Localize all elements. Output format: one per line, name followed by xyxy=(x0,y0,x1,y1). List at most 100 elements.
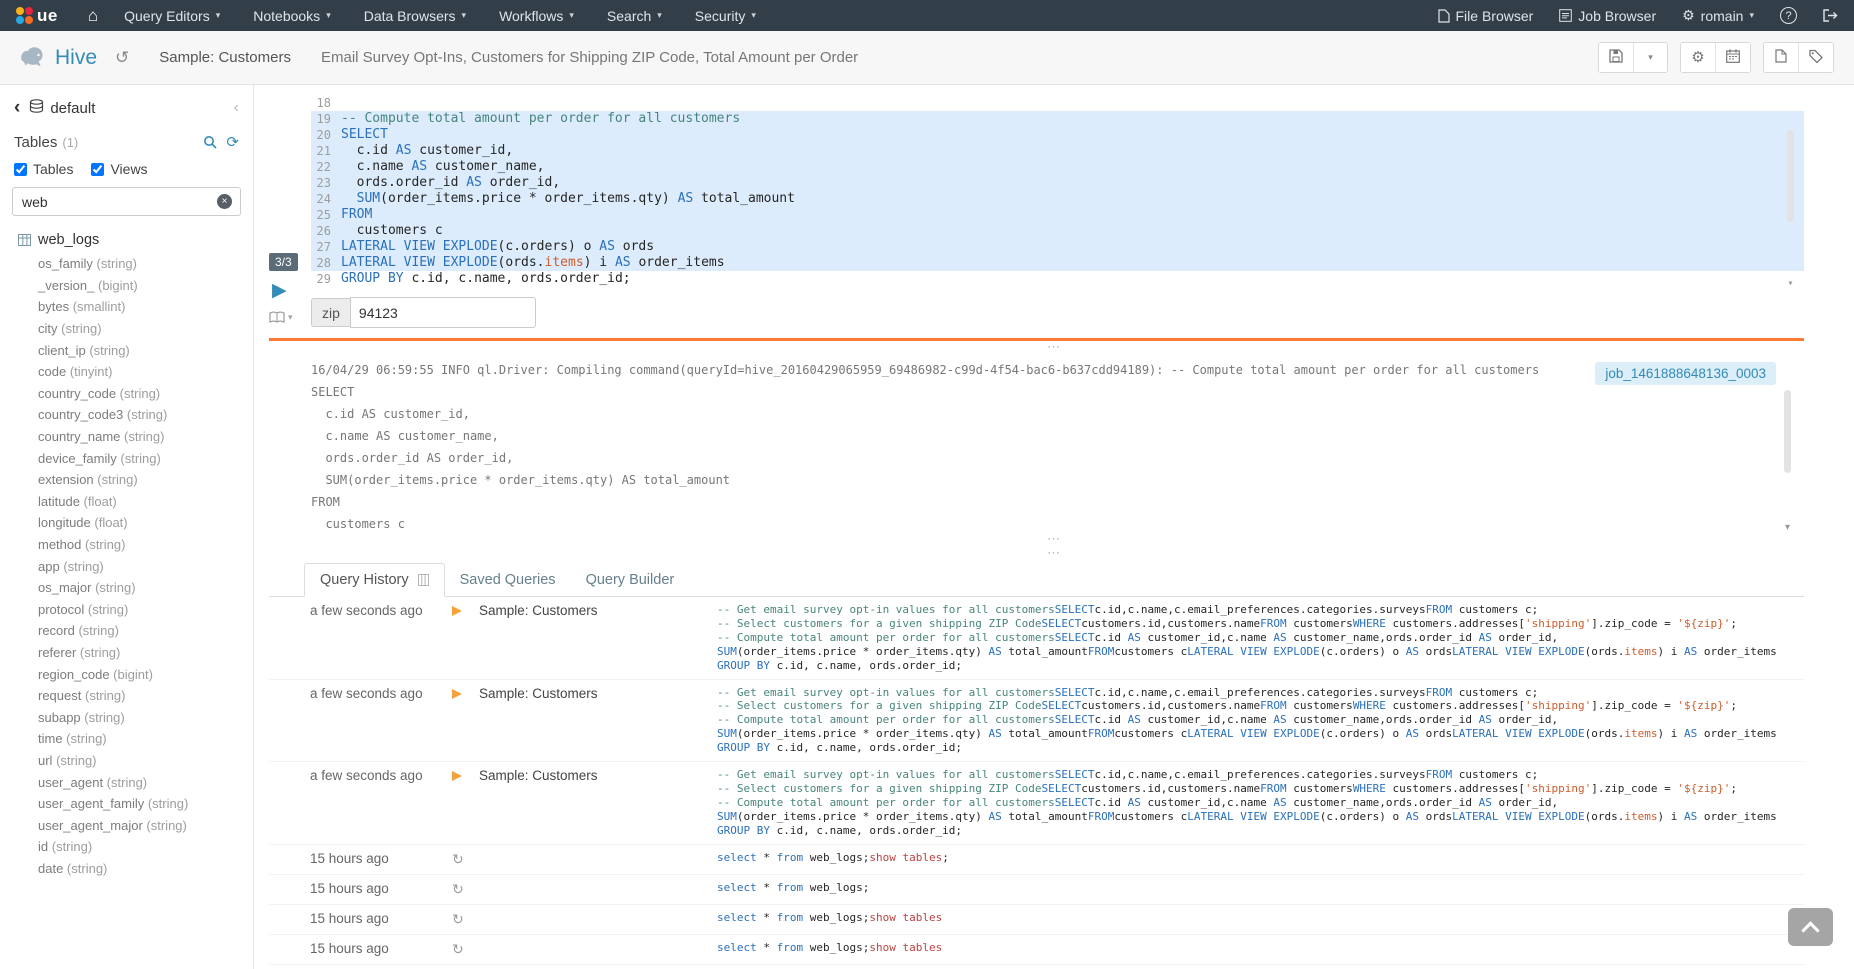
editor-line[interactable]: 19-- Compute total amount per order for … xyxy=(311,111,1804,127)
column-item[interactable]: user_agent_major (string) xyxy=(0,814,253,836)
column-item[interactable]: device_family (string) xyxy=(0,447,253,469)
save-button[interactable] xyxy=(1599,43,1633,72)
editor-line[interactable]: 21 c.id AS customer_id, xyxy=(311,143,1804,159)
collapse-panel-icon[interactable]: ‹ xyxy=(234,99,239,117)
column-item[interactable]: os_family (string) xyxy=(0,253,253,275)
views-checkbox-input[interactable] xyxy=(91,163,104,176)
history-row[interactable]: a few seconds agoSample: Customers-- Get… xyxy=(269,597,1804,680)
user-menu[interactable]: ⚙ romain ▾ xyxy=(1682,7,1754,24)
menu-data-browsers[interactable]: Data Browsers▾ xyxy=(364,8,466,24)
column-item[interactable]: country_code3 (string) xyxy=(0,404,253,426)
column-item[interactable]: subapp (string) xyxy=(0,706,253,728)
new-document-button[interactable] xyxy=(1764,43,1798,72)
job-browser-link[interactable]: Job Browser xyxy=(1559,8,1656,24)
history-row[interactable]: 15 hours ago↻select * from web_logs;show… xyxy=(269,845,1804,875)
search-icon[interactable] xyxy=(203,135,217,149)
variables-toggle[interactable]: ▾ xyxy=(269,311,293,324)
editor-line[interactable]: 20SELECT xyxy=(311,127,1804,143)
resize-handle[interactable]: ⋯ xyxy=(254,547,1854,561)
column-item[interactable]: referer (string) xyxy=(0,642,253,664)
column-item[interactable]: id (string) xyxy=(0,836,253,858)
logout-icon[interactable] xyxy=(1823,9,1838,22)
table-item-web-logs[interactable]: web_logs xyxy=(0,224,253,253)
back-icon[interactable]: ‹ xyxy=(14,97,20,119)
column-item[interactable]: request (string) xyxy=(0,685,253,707)
history-row[interactable]: a few seconds agoSample: Customers-- Get… xyxy=(269,680,1804,763)
history-row[interactable]: 15 hours ago↻select * from web_logs;show… xyxy=(269,965,1804,969)
tables-checkbox-input[interactable] xyxy=(14,163,27,176)
column-item[interactable]: latitude (float) xyxy=(0,491,253,513)
query-history-icon[interactable]: ↺ xyxy=(115,48,129,68)
file-browser-link[interactable]: File Browser xyxy=(1438,8,1534,24)
column-item[interactable]: method (string) xyxy=(0,534,253,556)
tab-query-builder[interactable]: Query Builder xyxy=(571,564,690,596)
menu-security[interactable]: Security▾ xyxy=(695,8,756,24)
clear-search-icon[interactable]: × xyxy=(217,194,232,209)
home-icon[interactable]: ⌂ xyxy=(88,6,98,26)
refresh-icon[interactable]: ⟳ xyxy=(226,133,239,151)
column-item[interactable]: longitude (float) xyxy=(0,512,253,534)
table-search-input[interactable] xyxy=(12,187,241,216)
column-item[interactable]: city (string) xyxy=(0,318,253,340)
column-item[interactable]: os_major (string) xyxy=(0,577,253,599)
history-row[interactable]: a few seconds agoSample: Customers-- Get… xyxy=(269,762,1804,845)
history-row[interactable]: 15 hours ago↻select * from web_logs;show… xyxy=(269,935,1804,965)
app-name[interactable]: Hive xyxy=(55,46,97,70)
scroll-down-icon[interactable]: ▾ xyxy=(1782,522,1793,533)
history-row[interactable]: 15 hours ago↻select * from web_logs;show… xyxy=(269,905,1804,935)
tags-button[interactable] xyxy=(1798,43,1833,72)
filter-tables-checkbox[interactable]: Tables xyxy=(14,161,73,177)
code-editor[interactable]: 1819-- Compute total amount per order fo… xyxy=(311,95,1804,287)
column-item[interactable]: app (string) xyxy=(0,555,253,577)
column-item[interactable]: date (string) xyxy=(0,858,253,880)
history-row[interactable]: 15 hours ago↻select * from web_logs; xyxy=(269,875,1804,905)
column-item[interactable]: code (tinyint) xyxy=(0,361,253,383)
tab-saved-queries[interactable]: Saved Queries xyxy=(445,564,571,596)
column-item[interactable]: url (string) xyxy=(0,750,253,772)
editor-line[interactable]: 24 SUM(order_items.price * order_items.q… xyxy=(311,191,1804,207)
query-title[interactable]: Sample: Customers xyxy=(159,49,291,66)
scrollbar-thumb[interactable] xyxy=(1787,130,1794,222)
column-item[interactable]: country_name (string) xyxy=(0,426,253,448)
help-icon[interactable]: ? xyxy=(1780,7,1797,24)
query-description[interactable]: Email Survey Opt-Ins, Customers for Ship… xyxy=(321,49,858,66)
editor-line[interactable]: 29GROUP BY c.id, c.name, ords.order_id; xyxy=(311,271,1804,287)
column-item[interactable]: country_code (string) xyxy=(0,383,253,405)
menu-search[interactable]: Search▾ xyxy=(607,8,662,24)
tab-query-history[interactable]: Query History xyxy=(304,563,445,597)
column-item[interactable]: protocol (string) xyxy=(0,599,253,621)
resize-handle[interactable]: ⋯ xyxy=(254,341,1854,355)
editor-scrollbar[interactable]: ▾ xyxy=(1785,95,1796,287)
session-settings-button[interactable]: ⚙ xyxy=(1681,43,1715,72)
editor-line[interactable]: 26 customers c xyxy=(311,223,1804,239)
hue-logo[interactable]: ue xyxy=(16,6,58,26)
variable-input[interactable] xyxy=(350,297,536,328)
scroll-to-top-button[interactable] xyxy=(1788,908,1833,946)
editor-line[interactable]: 25FROM xyxy=(311,207,1804,223)
database-name[interactable]: default xyxy=(50,100,95,117)
column-item[interactable]: _version_ (bigint) xyxy=(0,275,253,297)
column-item[interactable]: client_ip (string) xyxy=(0,339,253,361)
menu-query-editors[interactable]: Query Editors▾ xyxy=(124,8,220,24)
scheduler-button[interactable] xyxy=(1715,43,1750,72)
execute-button[interactable]: ▶ xyxy=(272,279,287,302)
column-item[interactable]: user_agent (string) xyxy=(0,771,253,793)
column-item[interactable]: time (string) xyxy=(0,728,253,750)
menu-workflows[interactable]: Workflows▾ xyxy=(499,8,574,24)
editor-line[interactable]: 23 ords.order_id AS order_id, xyxy=(311,175,1804,191)
column-item[interactable]: record (string) xyxy=(0,620,253,642)
editor-line[interactable]: 18 xyxy=(311,95,1804,111)
log-scrollbar[interactable]: ▾ xyxy=(1782,359,1793,531)
scrollbar-thumb[interactable] xyxy=(1784,390,1791,473)
filter-views-checkbox[interactable]: Views xyxy=(91,161,147,177)
column-item[interactable]: user_agent_family (string) xyxy=(0,793,253,815)
editor-line[interactable]: 28LATERAL VIEW EXPLODE(ords.items) i AS … xyxy=(311,255,1804,271)
column-item[interactable]: extension (string) xyxy=(0,469,253,491)
save-dropdown-button[interactable]: ▾ xyxy=(1633,43,1667,72)
menu-notebooks[interactable]: Notebooks▾ xyxy=(253,8,330,24)
editor-line[interactable]: 22 c.name AS customer_name, xyxy=(311,159,1804,175)
scroll-down-icon[interactable]: ▾ xyxy=(1785,278,1796,289)
column-item[interactable]: region_code (bigint) xyxy=(0,663,253,685)
column-item[interactable]: bytes (smallint) xyxy=(0,296,253,318)
job-link[interactable]: job_1461888648136_0003 xyxy=(1595,362,1776,385)
